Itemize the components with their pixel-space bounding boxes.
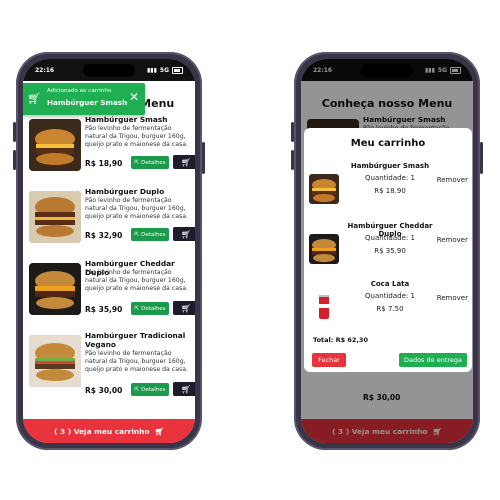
add-to-cart-button[interactable]: 🛒︎ <box>173 227 195 241</box>
status-bar: 22:16 ▮▮▮ 5G <box>23 59 195 81</box>
dynamic-island <box>83 64 135 77</box>
item-name: Hambúrguer Tradicional Vegano <box>85 331 186 349</box>
details-button[interactable]: ⇱ Detalhes <box>131 228 169 241</box>
cart-item-price: R$ 35.90 <box>374 247 406 255</box>
product-image <box>309 174 339 204</box>
toast-message: Adicionado ao carrinho <box>47 88 112 94</box>
network-label: 5G <box>159 66 169 74</box>
cart-item-quantity: Quantidade: 1 <box>365 234 415 242</box>
external-link-icon: ⇱ <box>134 231 140 238</box>
phone-right: 22:16 ▮▮▮ 5G Conheça nosso Menu Hambúrgu… <box>291 52 483 450</box>
cart-item-quantity: Quantidade: 1 <box>365 174 415 182</box>
details-button[interactable]: ⇱ Detalhes <box>131 156 169 169</box>
item-description: Pão levinho de fermentação natural da Tr… <box>85 350 188 373</box>
cart-item-price: R$ 7.50 <box>376 305 404 313</box>
cart-title: Meu carrinho <box>350 138 426 149</box>
status-icons: ▮▮▮ 5G <box>146 66 183 74</box>
cart-icon: 🛒︎ <box>180 157 192 167</box>
add-to-cart-button[interactable]: 🛒︎ <box>173 382 195 396</box>
burger-image <box>29 191 81 243</box>
cart-icon: 🛒︎ <box>154 426 164 436</box>
item-name: Hambúrguer Duplo <box>85 187 165 196</box>
add-to-cart-button[interactable]: 🛒︎ <box>173 155 195 169</box>
menu-item: Hambúrguer Cheddar Duplo Pão levinho de … <box>29 259 195 331</box>
item-name: Hambúrguer Smash <box>85 115 168 124</box>
item-price: R$ 18,90 <box>85 159 123 168</box>
burger-image <box>29 119 81 171</box>
remove-button[interactable]: Remover <box>437 294 468 302</box>
item-description: Pão levinho de fermentação natural da Tr… <box>85 197 188 220</box>
volume-button <box>291 150 294 170</box>
cart-item: Coca Lata Quantidade: 1 R$ 7.50 Remover <box>304 280 472 336</box>
external-link-icon: ⇱ <box>134 159 140 166</box>
item-price: R$ 35,90 <box>85 305 123 314</box>
close-icon[interactable]: ✕ <box>129 90 139 104</box>
item-price: R$ 32,90 <box>85 231 123 240</box>
item-price: R$ 30,00 <box>85 386 123 395</box>
cart-modal: Meu carrinho Hambúrguer Smash Quantidade… <box>304 128 472 372</box>
external-link-icon: ⇱ <box>134 305 140 312</box>
cart-item: Hambúrguer Smash Quantidade: 1 R$ 18.90 … <box>304 162 472 218</box>
cart-item-quantity: Quantidade: 1 <box>365 292 415 300</box>
volume-button <box>13 150 16 170</box>
cart-icon: 🛒︎ <box>180 229 192 239</box>
product-image <box>309 234 339 264</box>
cart-icon: 🛒︎ <box>27 92 41 105</box>
toast-item-name: Hambúrguer Smash <box>47 98 128 107</box>
burger-image <box>29 335 81 387</box>
remove-button[interactable]: Remover <box>437 176 468 184</box>
menu-content[interactable]: Conheça nosso Menu Hambúrguer Smash Pão … <box>23 81 195 419</box>
cart-item-name: Hambúrguer Smash <box>350 162 430 170</box>
details-button[interactable]: ⇱ Detalhes <box>131 302 169 315</box>
add-to-cart-button[interactable]: 🛒︎ <box>173 301 195 315</box>
power-button <box>480 142 483 174</box>
toast-notification: 🛒︎ Adicionado ao carrinho Hambúrguer Sma… <box>23 83 145 115</box>
delivery-details-button[interactable]: Dados de entrega <box>399 353 467 367</box>
external-link-icon: ⇱ <box>134 386 140 393</box>
cart-item: Hambúrguer Cheddar Duplo Quantidade: 1 R… <box>304 222 472 278</box>
status-time: 22:16 <box>35 66 55 74</box>
details-button[interactable]: ⇱ Detalhes <box>131 383 169 396</box>
product-image <box>309 292 339 322</box>
cart-icon: 🛒︎ <box>180 384 192 394</box>
menu-item: Hambúrguer Duplo Pão levinho de fermenta… <box>29 187 195 259</box>
cart-item-price: R$ 18.90 <box>374 187 406 195</box>
phone-left: 22:16 ▮▮▮ 5G Conheça nosso Menu Hambúrgu… <box>13 52 205 450</box>
menu-item: Hambúrguer Smash Pão levinho de fermenta… <box>29 115 195 187</box>
menu-item: Hambúrguer Tradicional Vegano Pão levinh… <box>29 331 195 413</box>
item-description: Pão levinho de fermentação natural da Tr… <box>85 125 188 148</box>
volume-button <box>291 122 294 142</box>
view-cart-button[interactable]: ( 3 ) Veja meu carrinho 🛒︎ <box>23 419 195 443</box>
cart-total: Total: R$ 62,30 <box>313 336 368 344</box>
battery-icon <box>172 66 183 74</box>
item-description: Pão levinho de fermentação natural da Tr… <box>85 269 188 292</box>
screen: 22:16 ▮▮▮ 5G Conheça nosso Menu Hambúrgu… <box>23 59 195 443</box>
cart-item-name: Coca Lata <box>370 280 410 288</box>
power-button <box>202 142 205 174</box>
view-cart-label: ( 3 ) Veja meu carrinho <box>54 426 150 436</box>
signal-icon: ▮▮▮ <box>146 66 157 74</box>
volume-button <box>13 122 16 142</box>
remove-button[interactable]: Remover <box>437 236 468 244</box>
close-button[interactable]: Fechar <box>312 353 346 367</box>
cart-icon: 🛒︎ <box>180 303 192 313</box>
burger-image <box>29 263 81 315</box>
